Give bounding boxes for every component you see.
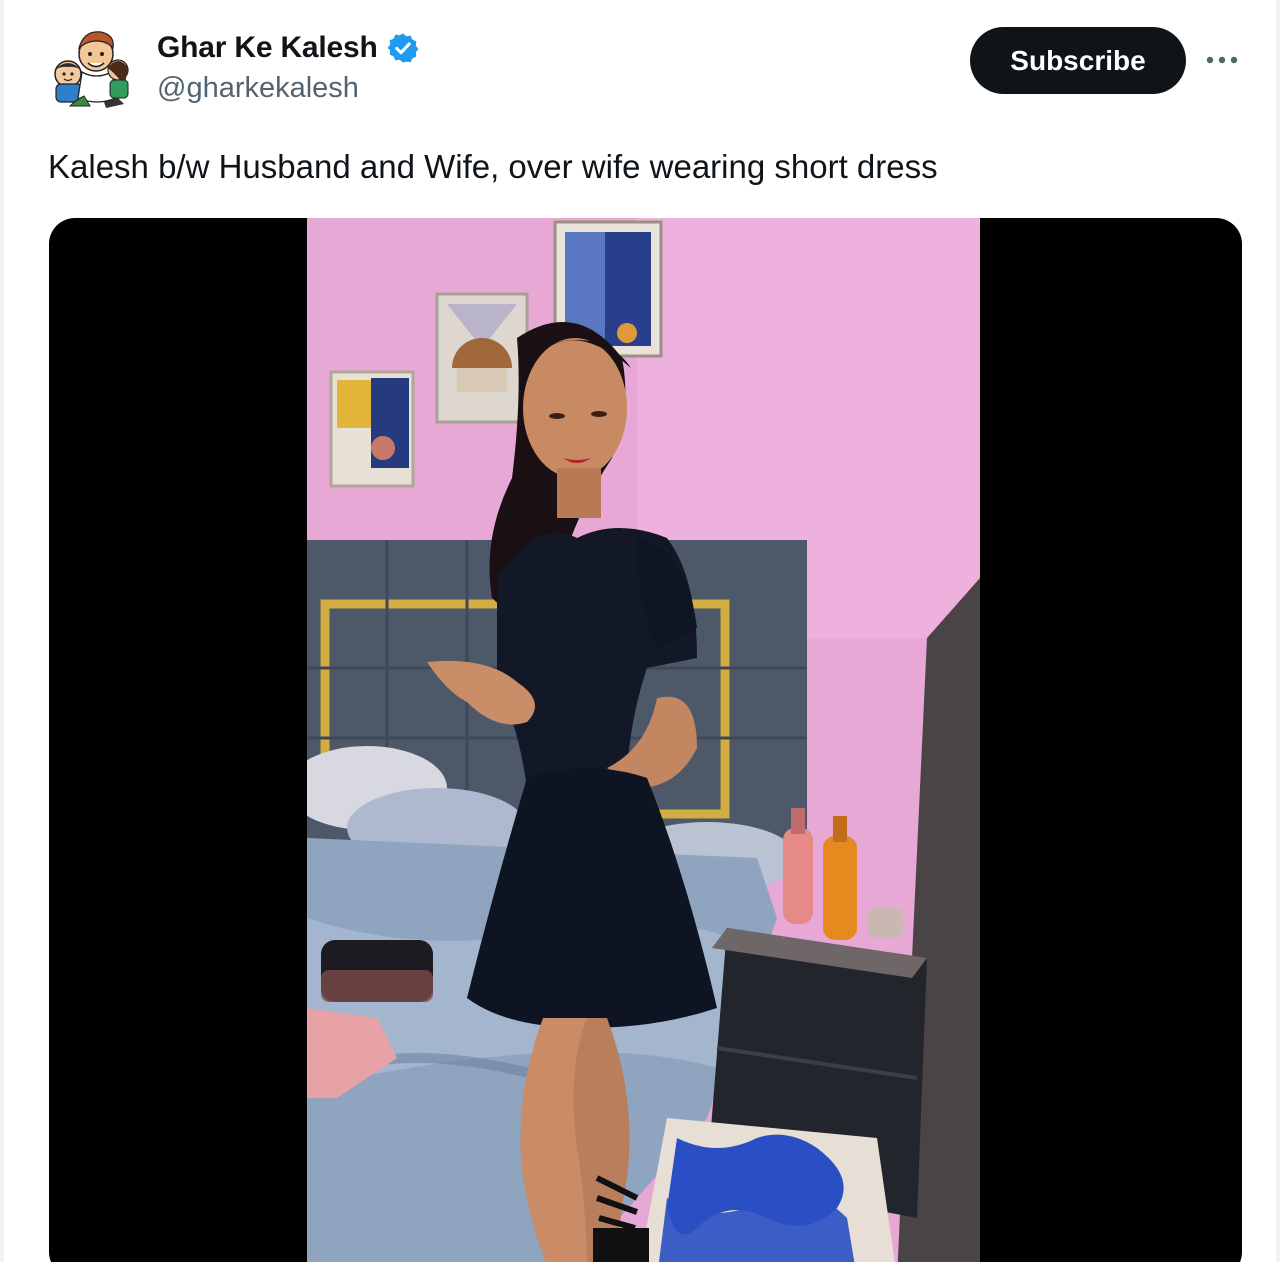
video-frame[interactable] xyxy=(307,218,980,1262)
wall-painting xyxy=(329,370,415,488)
wall-painting xyxy=(435,292,529,424)
author-name-row[interactable]: Ghar Ke Kalesh xyxy=(157,28,420,68)
video-player[interactable] xyxy=(49,218,1242,1262)
more-dots-icon[interactable] xyxy=(1200,40,1244,80)
verified-badge-icon xyxy=(387,33,419,63)
cartoon-avatar-icon[interactable] xyxy=(44,24,134,110)
author-display-name[interactable]: Ghar Ke Kalesh xyxy=(157,31,378,65)
rug xyxy=(640,1118,895,1262)
tweet-card: Ghar Ke Kalesh @gharkekalesh Subscribe K… xyxy=(0,0,1280,1262)
subscribe-button[interactable]: Subscribe xyxy=(970,27,1186,94)
author-handle[interactable]: @gharkekalesh xyxy=(157,72,359,105)
tweet-text: Kalesh b/w Husband and Wife, over wife w… xyxy=(48,148,938,185)
